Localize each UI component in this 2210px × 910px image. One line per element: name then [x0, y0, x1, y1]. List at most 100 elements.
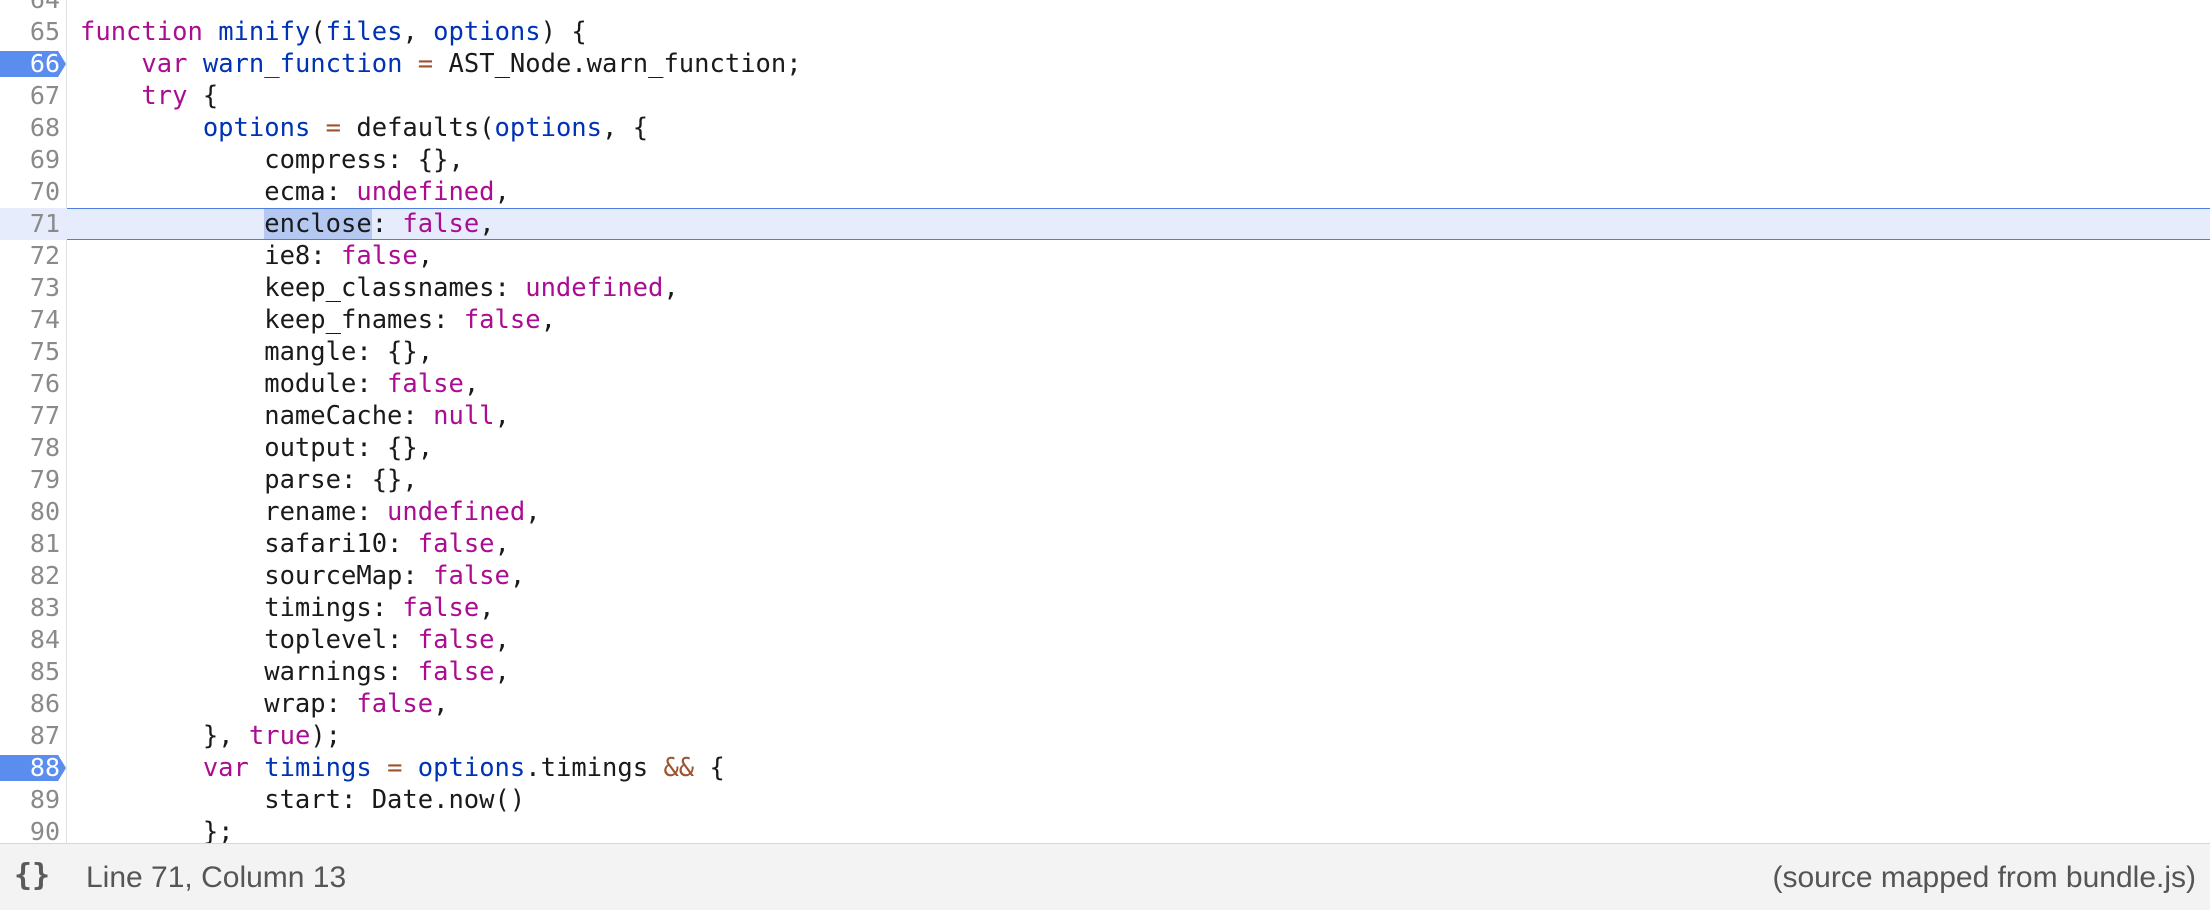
code-line[interactable]: 65 function minify(files, options) { [0, 16, 2210, 48]
line-number-text: 68 [29, 113, 60, 142]
line-number-text: 85 [29, 657, 60, 686]
line-number[interactable]: 85 [0, 656, 60, 688]
code-line[interactable]: 89 start: Date.now() [0, 784, 2210, 816]
code-token: false [402, 593, 480, 623]
code-line[interactable]: 90 }; [0, 816, 2210, 843]
pretty-print-icon[interactable]: {} [10, 856, 54, 896]
line-number[interactable]: 75 [0, 336, 60, 368]
code-line[interactable]: 76 module: false, [0, 368, 2210, 400]
code-line[interactable]: 84 toplevel: false, [0, 624, 2210, 656]
code-line[interactable]: 78 output: {}, [0, 432, 2210, 464]
line-number[interactable]: 76 [0, 368, 60, 400]
line-number[interactable]: 64 [0, 0, 60, 16]
code-token: undefined [356, 177, 495, 207]
code-text: timings: false, [80, 592, 494, 624]
line-number[interactable]: 69 [0, 144, 60, 176]
line-number-text: 90 [29, 817, 60, 843]
code-line[interactable]: 88 var timings = options.timings && { [0, 752, 2210, 784]
code-lines[interactable]: 6465 function minify(files, options) {66 … [0, 0, 2210, 843]
code-token: , [494, 657, 510, 687]
line-number-text: 69 [29, 145, 60, 174]
code-line[interactable]: 67 try { [0, 80, 2210, 112]
line-number[interactable]: 67 [0, 80, 60, 112]
code-text: mangle: {}, [80, 336, 433, 368]
code-line[interactable]: 64 [0, 0, 2210, 16]
code-text: try { [80, 80, 218, 112]
code-line[interactable]: 69 compress: {}, [0, 144, 2210, 176]
line-number[interactable]: 68 [0, 112, 60, 144]
code-line[interactable]: 72 ie8: false, [0, 240, 2210, 272]
line-number[interactable]: 87 [0, 720, 60, 752]
code-token: nameCache: [80, 401, 434, 431]
code-line[interactable]: 75 mangle: {}, [0, 336, 2210, 368]
code-token: , [663, 273, 679, 303]
code-token: false [402, 209, 480, 239]
line-number[interactable]: 83 [0, 592, 60, 624]
code-token: = [417, 49, 434, 79]
line-number[interactable]: 80 [0, 496, 60, 528]
breakpoint-marker[interactable]: 66 [0, 48, 60, 80]
code-token: = [325, 113, 342, 143]
code-text: sourceMap: false, [80, 560, 525, 592]
code-editor[interactable]: 6465 function minify(files, options) {66 … [0, 0, 2210, 843]
code-line[interactable]: 71 enclose: false, [0, 208, 2210, 240]
code-token: , [525, 497, 541, 527]
line-number-text: 87 [29, 721, 60, 750]
code-token: , [540, 305, 556, 335]
code-token: options [202, 113, 311, 143]
code-line[interactable]: 79 parse: {}, [0, 464, 2210, 496]
line-number[interactable]: 74 [0, 304, 60, 336]
code-line[interactable]: 87 }, true); [0, 720, 2210, 752]
code-token: && [663, 753, 695, 783]
line-number[interactable]: 90 [0, 816, 60, 843]
code-line[interactable]: 73 keep_classnames: undefined, [0, 272, 2210, 304]
line-number[interactable]: 72 [0, 240, 60, 272]
code-token: }; [80, 817, 234, 843]
line-number[interactable]: 65 [0, 16, 60, 48]
line-number[interactable]: 71 [0, 208, 60, 240]
code-line[interactable]: 81 safari10: false, [0, 528, 2210, 560]
cursor-position: Line 71, Column 13 [86, 861, 347, 894]
code-line[interactable]: 82 sourceMap: false, [0, 560, 2210, 592]
code-line[interactable]: 68 options = defaults(options, { [0, 112, 2210, 144]
code-line[interactable]: 74 keep_fnames: false, [0, 304, 2210, 336]
code-token: output: {}, [80, 433, 434, 463]
code-line[interactable]: 83 timings: false, [0, 592, 2210, 624]
line-number-text: 88 [29, 753, 60, 782]
line-number[interactable]: 70 [0, 176, 60, 208]
code-line[interactable]: 86 wrap: false, [0, 688, 2210, 720]
code-token: , { [602, 113, 649, 143]
code-line[interactable]: 66 var warn_function = AST_Node.warn_fun… [0, 48, 2210, 80]
line-number[interactable]: 82 [0, 560, 60, 592]
line-number[interactable]: 81 [0, 528, 60, 560]
code-line[interactable]: 80 rename: undefined, [0, 496, 2210, 528]
code-text: var timings = options.timings && { [80, 752, 725, 784]
code-line[interactable]: 70 ecma: undefined, [0, 176, 2210, 208]
code-token: compress: {}, [80, 145, 464, 175]
line-number[interactable]: 86 [0, 688, 60, 720]
code-token: AST_Node.warn_function; [433, 49, 802, 79]
code-line[interactable]: 77 nameCache: null, [0, 400, 2210, 432]
line-number-text: 66 [29, 49, 60, 78]
line-number[interactable]: 77 [0, 400, 60, 432]
line-number[interactable]: 89 [0, 784, 60, 816]
breakpoint-marker[interactable]: 88 [0, 752, 60, 784]
code-token: false [341, 241, 418, 271]
code-text: ie8: false, [80, 240, 433, 272]
code-token: , [494, 529, 510, 559]
code-text: var warn_function = AST_Node.warn_functi… [80, 48, 802, 80]
code-text: function minify(files, options) { [80, 16, 587, 48]
code-token: false [417, 529, 495, 559]
code-line[interactable]: 85 warnings: false, [0, 656, 2210, 688]
source-map-link[interactable]: (source mapped from bundle.js) [1772, 844, 2196, 910]
line-number[interactable]: 73 [0, 272, 60, 304]
code-text: ecma: undefined, [80, 176, 510, 208]
code-text: }, true); [80, 720, 341, 752]
line-number[interactable]: 79 [0, 464, 60, 496]
line-number[interactable]: 78 [0, 432, 60, 464]
line-number[interactable]: 84 [0, 624, 60, 656]
